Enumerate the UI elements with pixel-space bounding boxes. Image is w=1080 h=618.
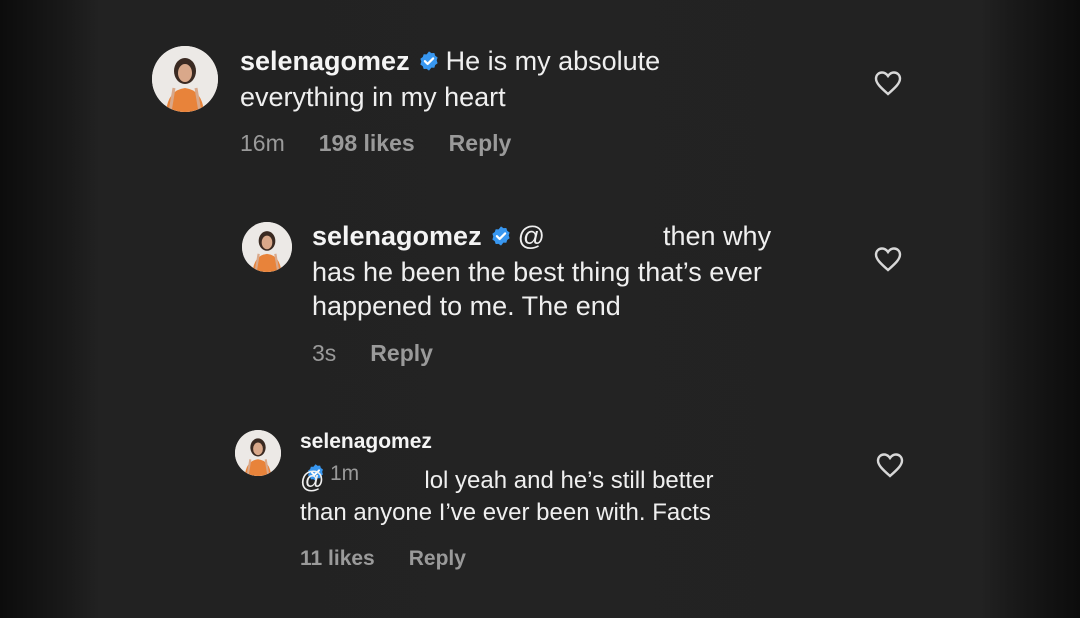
username[interactable]: selenagomez [240, 46, 410, 76]
heart-outline-icon[interactable] [876, 452, 904, 478]
comments-panel: selenagomez He is my absolute everything … [0, 0, 1080, 618]
comment-text-line2: than anyone I’ve ever been with. Facts [300, 499, 711, 526]
avatar[interactable] [235, 430, 281, 476]
comment-text-line3: happened to me. The end [312, 291, 621, 321]
reply-button[interactable]: Reply [370, 340, 433, 366]
verified-badge-icon [490, 221, 512, 255]
comment-text-line1: lol yeah and he’s still better [424, 467, 714, 494]
comment-text-line2: everything in my heart [240, 82, 506, 112]
comment-time: 3s [312, 340, 337, 366]
heart-outline-icon[interactable] [874, 246, 902, 272]
avatar-photo [152, 46, 218, 112]
likes-count[interactable]: 11 likes [300, 547, 375, 570]
reply-button[interactable]: Reply [449, 130, 512, 156]
comment-body: selenagomez He is my absolute everything … [240, 44, 800, 114]
avatar[interactable] [152, 46, 218, 112]
avatar[interactable] [242, 222, 292, 272]
reply-button[interactable]: Reply [409, 547, 466, 570]
comment-meta: 16m 198 likes Reply [240, 130, 545, 157]
mention[interactable]: @ [518, 221, 545, 251]
username[interactable]: selenagomez [300, 430, 432, 453]
comment-text-line2: has he been the best thing that’s ever [312, 257, 762, 287]
heart-outline-icon[interactable] [874, 70, 902, 96]
comment-meta: 11 likes Reply [300, 547, 500, 571]
comment-text-line1: then why [663, 221, 772, 251]
likes-count[interactable]: 198 likes [319, 130, 415, 156]
username[interactable]: selenagomez [312, 221, 482, 251]
verified-badge-icon [418, 46, 440, 80]
comment-body: selenagomez @ then why has he been the bes… [312, 219, 872, 323]
mention[interactable]: @ [300, 467, 324, 494]
comment-meta: 3s Reply [312, 340, 467, 367]
comment-body: @ lol yeah and he’s still better than any… [300, 465, 860, 529]
avatar-photo [235, 430, 281, 476]
avatar-photo [242, 222, 292, 272]
comment-text-line1: He is my absolute [445, 46, 661, 76]
comment-time: 16m [240, 130, 285, 156]
